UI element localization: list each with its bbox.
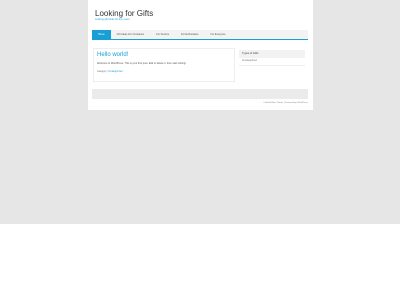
post-category-link[interactable]: Uncategorized xyxy=(108,71,123,73)
widget-title: Types of Gifts xyxy=(239,50,305,58)
widget-item-uncategorized[interactable]: Uncategorized xyxy=(239,58,305,66)
site-header: Looking for Gifts Looking gift ideas for… xyxy=(95,9,308,29)
page-container: Looking for Gifts Looking gift ideas for… xyxy=(88,0,313,110)
site-description: Looking gift ideas for any event xyxy=(95,18,130,21)
nav-item-home[interactable]: Home xyxy=(92,30,111,39)
nav-item-gift-ideas-for-occasions[interactable]: Gift Ideas For Occasions xyxy=(111,30,151,39)
nav-item-for-enthusiasts[interactable]: For Enthusiasts xyxy=(175,30,204,39)
site-title[interactable]: Looking for Gifts xyxy=(95,9,308,18)
post-body: Welcome to WordPress. This is your first… xyxy=(97,62,186,65)
main-nav: Home Gift Ideas For Occasions For Senior… xyxy=(92,30,308,40)
post-article: Hello world! Welcome to WordPress. This … xyxy=(93,48,235,82)
footer-bar xyxy=(92,89,308,99)
footer-credit[interactable]: Colorful Blue Theme | Powered by WordPre… xyxy=(218,102,308,105)
nav-item-for-seniors[interactable]: For Seniors xyxy=(150,30,175,39)
post-meta: Category: Uncategorized xyxy=(97,71,234,74)
post-meta-label: Category: xyxy=(97,71,107,73)
sidebar: Types of Gifts Uncategorized xyxy=(239,50,305,66)
nav-item-for-everyone[interactable]: For Everyone xyxy=(204,30,231,39)
post-title[interactable]: Hello world! xyxy=(97,52,234,59)
